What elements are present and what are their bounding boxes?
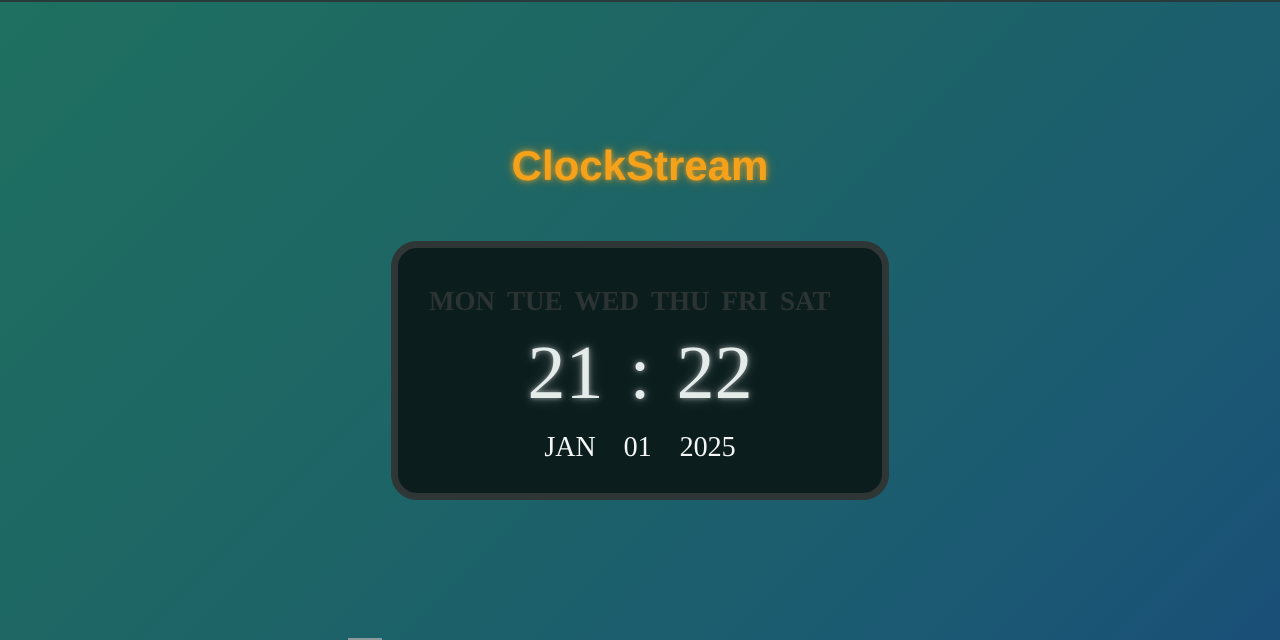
weekday-sat: SAT <box>780 286 831 316</box>
time-minutes: 22 <box>676 331 753 415</box>
date-display: JAN 01 2025 <box>398 432 882 464</box>
clock-panel: MON TUE WED THU FRI SAT 21:22 JAN 01 2025 <box>391 241 889 500</box>
date-year: 2025 <box>679 432 736 463</box>
weekday-row: MON TUE WED THU FRI SAT <box>429 286 843 317</box>
weekday-tue: TUE <box>506 286 563 316</box>
time-hours: 21 <box>527 331 604 415</box>
time-separator: : <box>629 331 651 415</box>
app-title: ClockStream <box>511 142 769 189</box>
weekday-thu: THU <box>651 286 710 316</box>
weekday-fri: FRI <box>721 286 769 316</box>
date-month: JAN <box>544 432 596 463</box>
date-day: 01 <box>623 432 652 463</box>
weekday-mon: MON <box>429 286 495 316</box>
time-display: 21:22 <box>398 330 882 417</box>
weekday-wed: WED <box>574 286 640 316</box>
